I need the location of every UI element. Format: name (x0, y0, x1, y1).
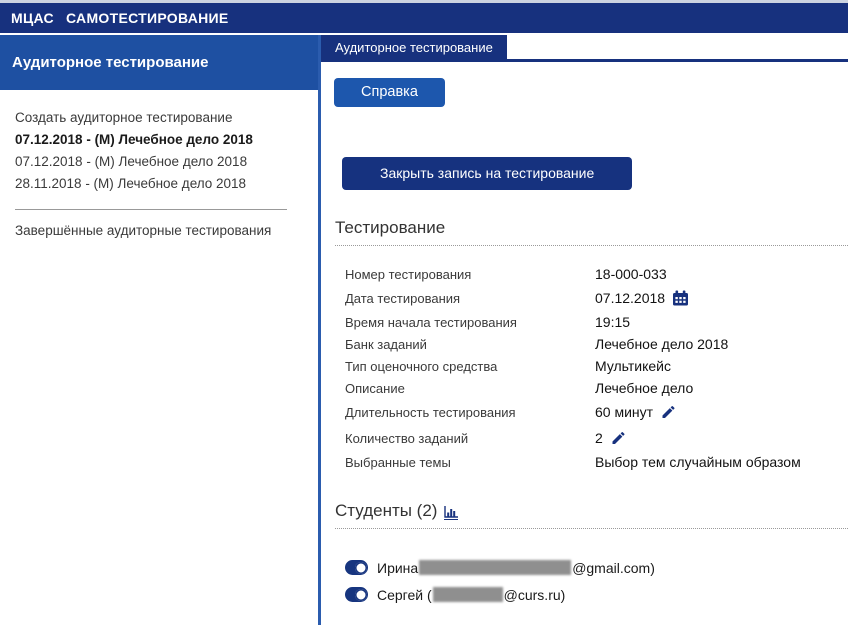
app-title[interactable]: САМОТЕСТИРОВАНИЕ (66, 10, 229, 26)
sidebar-item-create[interactable]: Создать аудиторное тестирование (15, 107, 318, 129)
field-row-test-date: Дата тестирования 07.12.2018 (345, 285, 848, 311)
field-value: 2 (595, 430, 603, 446)
field-label: Номер тестирования (345, 267, 595, 282)
field-label: Описание (345, 381, 595, 396)
field-label: Выбранные темы (345, 455, 595, 470)
field-label: Тип оценочного средства (345, 359, 595, 374)
field-label: Количество заданий (345, 431, 595, 446)
student-row: Ирина @gmail.com) (345, 554, 848, 581)
students-list: Ирина @gmail.com) Сергей ( @curs.ru) (345, 554, 848, 608)
tab-auditory-testing[interactable]: Аудиторное тестирование (321, 35, 507, 59)
student-toggle[interactable] (345, 560, 368, 575)
field-label: Дата тестирования (345, 291, 595, 306)
testing-section-title: Тестирование (335, 218, 848, 246)
app-brand[interactable]: МЦАС (11, 10, 54, 26)
student-name: Сергей ( (377, 587, 432, 603)
field-row-selected-topics: Выбранные темы Выбор тем случайным образ… (345, 451, 848, 473)
field-value: Выбор тем случайным образом (595, 454, 801, 470)
students-section-title: Студенты (2) (335, 501, 848, 529)
field-value: 07.12.2018 (595, 290, 665, 306)
sidebar-header: Аудиторное тестирование (0, 35, 318, 90)
sidebar-item-test-selected[interactable]: 07.12.2018 - (М) Лечебное дело 2018 (15, 129, 318, 151)
field-value: 18-000-033 (595, 266, 667, 282)
field-value: Мультикейс (595, 358, 671, 374)
bar-chart-icon[interactable] (444, 506, 458, 520)
field-row-task-bank: Банк заданий Лечебное дело 2018 (345, 333, 848, 355)
close-registration-button[interactable]: Закрыть запись на тестирование (342, 157, 632, 190)
tab-bar: Аудиторное тестирование (321, 35, 848, 62)
field-value: Лечебное дело 2018 (595, 336, 728, 352)
field-label: Время начала тестирования (345, 315, 595, 330)
pencil-icon[interactable] (660, 404, 677, 420)
field-label: Длительность тестирования (345, 405, 595, 420)
sidebar-list: Создать аудиторное тестирование 07.12.20… (0, 90, 318, 238)
field-row-test-number: Номер тестирования 18-000-033 (345, 263, 848, 285)
student-toggle[interactable] (345, 587, 368, 602)
pencil-icon[interactable] (610, 430, 627, 446)
field-row-description: Описание Лечебное дело (345, 377, 848, 399)
field-value: Лечебное дело (595, 380, 693, 396)
redacted-email (433, 587, 503, 602)
field-row-start-time: Время начала тестирования 19:15 (345, 311, 848, 333)
sidebar: Аудиторное тестирование Создать аудиторн… (0, 35, 318, 640)
student-row: Сергей ( @curs.ru) (345, 581, 848, 608)
student-email-suffix: @curs.ru) (504, 587, 566, 603)
students-title-text: Студенты (2) (335, 501, 437, 521)
help-button[interactable]: Справка (334, 78, 445, 107)
field-row-duration: Длительность тестирования 60 минут (345, 399, 848, 425)
calendar-icon[interactable] (672, 290, 689, 306)
redacted-email (419, 560, 571, 575)
main-content: Аудиторное тестирование Справка Закрыть … (321, 35, 848, 640)
app-topbar: МЦАС САМОТЕСТИРОВАНИЕ (0, 3, 848, 33)
field-row-assessment-type: Тип оценочного средства Мультикейс (345, 355, 848, 377)
field-value: 19:15 (595, 314, 630, 330)
sidebar-item-completed-tests[interactable]: Завершённые аудиторные тестирования (15, 223, 318, 238)
sidebar-item-test-3[interactable]: 28.11.2018 - (М) Лечебное дело 2018 (15, 173, 318, 195)
field-row-task-count: Количество заданий 2 (345, 425, 848, 451)
testing-fields: Номер тестирования 18-000-033 Дата тести… (345, 263, 848, 473)
student-email-suffix: @gmail.com) (572, 560, 655, 576)
field-label: Банк заданий (345, 337, 595, 352)
field-value: 60 минут (595, 404, 653, 420)
student-name: Ирина (377, 560, 418, 576)
sidebar-divider (15, 209, 287, 210)
sidebar-item-test-2[interactable]: 07.12.2018 - (М) Лечебное дело 2018 (15, 151, 318, 173)
